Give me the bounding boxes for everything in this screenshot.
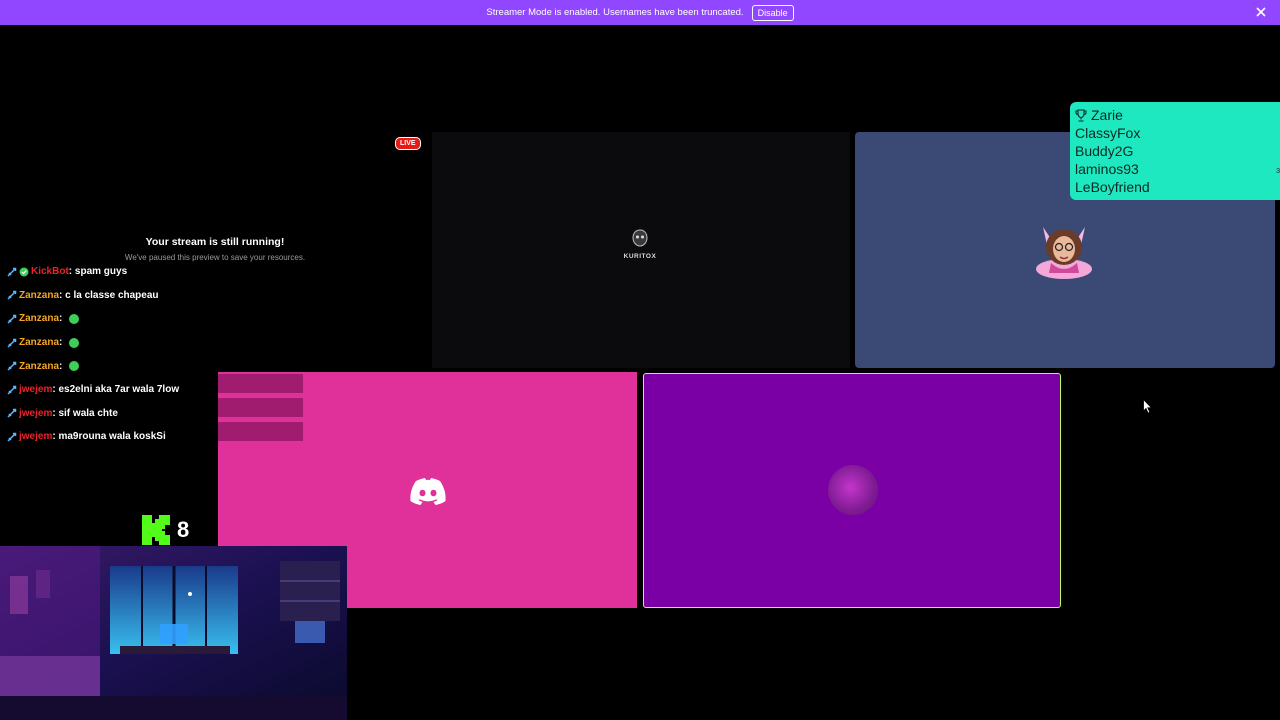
paused-preview-notice: Your stream is still running! We've paus…	[100, 236, 330, 262]
sword-badge-icon	[7, 291, 17, 300]
viewer-count: 8	[177, 517, 190, 542]
verified-badge-icon	[19, 267, 29, 277]
kuritox-logo: KURITOX	[617, 228, 663, 260]
chat-separator: :	[59, 360, 66, 372]
leaderboard-row: laminos93	[1075, 160, 1280, 178]
room-background-image	[0, 546, 347, 720]
placeholder-bars	[218, 374, 303, 446]
kick-logo-icon	[142, 515, 170, 545]
avatar	[828, 465, 878, 515]
placeholder-bar	[218, 374, 303, 393]
chat-message: jwejem: ma9rouna wala koskSi	[7, 425, 179, 449]
emote-icon	[69, 361, 80, 372]
chat-username: Zanzana	[19, 289, 60, 301]
chat-text: ma9rouna wala koskSi	[58, 431, 166, 443]
chat-text: c la classe chapeau	[65, 289, 159, 301]
leaderboard-widget: Zarie ClassyFox Buddy2G laminos93 LeBoyf…	[1070, 102, 1280, 200]
placeholder-bar	[218, 422, 303, 441]
chat-message: KickBot: spam guys	[7, 260, 179, 284]
trophy-icon	[1075, 108, 1087, 122]
chat-username: Zanzana	[19, 337, 60, 349]
chat-username: Zanzana	[19, 313, 60, 325]
disable-button[interactable]: Disable	[751, 4, 794, 21]
live-badge: LIVE	[395, 137, 421, 150]
chat-separator: :	[59, 337, 66, 349]
sword-badge-icon	[7, 409, 17, 418]
chat-username: Zanzana	[19, 360, 60, 372]
leaderboard-name: LeBoyfriend	[1075, 179, 1150, 195]
chat-text: spam guys	[74, 266, 128, 278]
leaderboard-row: Zarie	[1075, 106, 1280, 124]
chat-overlay: KickBot: spam guys Zanzana: c la classe c…	[7, 260, 179, 449]
chat-text: es2elni aka 7ar wala 7low	[58, 384, 180, 396]
streamer-mode-banner: Streamer Mode is enabled. Usernames have…	[0, 0, 1280, 25]
leaderboard-name: Buddy2G	[1075, 143, 1134, 159]
leaderboard-row: Buddy2G	[1075, 142, 1280, 160]
mouse-cursor-icon	[1143, 399, 1153, 414]
banner-text: Streamer Mode is enabled. Usernames have…	[486, 7, 744, 18]
kuritox-logo-text: KURITOX	[623, 253, 657, 260]
chat-message: jwejem: sif wala chte	[7, 402, 179, 426]
chat-message: jwejem: es2elni aka 7ar wala 7low	[7, 378, 179, 402]
placeholder-bar	[218, 398, 303, 417]
notice-title: Your stream is still running!	[145, 236, 285, 248]
chat-separator: :	[59, 313, 66, 325]
chat-text: sif wala chte	[58, 407, 118, 419]
discord-icon	[410, 478, 446, 505]
leaderboard-edge-text: 3	[1276, 168, 1280, 175]
chat-message: Zanzana:	[7, 307, 179, 331]
chat-username: jwejem	[19, 407, 53, 419]
chat-message: Zanzana:	[7, 331, 179, 355]
chat-username: KickBot	[31, 266, 69, 278]
chat-username: jwejem	[19, 431, 53, 443]
sword-badge-icon	[7, 338, 17, 348]
sword-badge-icon	[7, 267, 17, 277]
leaderboard-name: laminos93	[1075, 161, 1139, 177]
emote-icon	[69, 337, 80, 348]
chat-message: Zanzana: c la classe chapeau	[7, 284, 179, 308]
chat-username: jwejem	[19, 384, 53, 396]
avatar	[1036, 227, 1092, 279]
leaderboard-row: ClassyFox	[1075, 124, 1280, 142]
sword-badge-icon	[7, 385, 17, 395]
close-icon[interactable]	[1254, 5, 1268, 19]
leaderboard-name: ClassyFox	[1075, 125, 1141, 141]
emote-icon	[69, 313, 80, 324]
sword-badge-icon	[7, 361, 17, 371]
chat-message: Zanzana:	[7, 354, 179, 378]
sword-badge-icon	[7, 314, 17, 324]
leaderboard-name: Zarie	[1091, 107, 1123, 123]
mascot-icon	[632, 229, 648, 247]
kick-viewer-widget: 8	[142, 515, 189, 545]
sword-badge-icon	[7, 432, 17, 442]
leaderboard-row: LeBoyfriend	[1075, 178, 1280, 196]
